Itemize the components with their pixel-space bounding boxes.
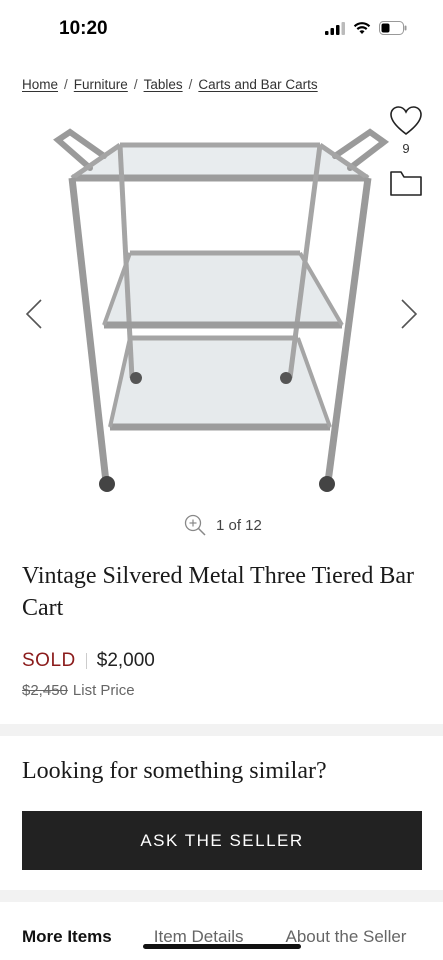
previous-image-arrow-icon[interactable]	[25, 298, 43, 330]
breadcrumb-separator: /	[64, 77, 68, 92]
tab-about-the-seller[interactable]: About the Seller	[286, 927, 407, 947]
heart-icon[interactable]	[390, 106, 422, 136]
tab-more-items[interactable]: More Items	[22, 927, 112, 947]
breadcrumb-home[interactable]: Home	[22, 77, 58, 92]
list-price-row: $2,450 List Price	[22, 682, 135, 699]
breadcrumb-furniture[interactable]: Furniture	[74, 77, 128, 92]
zoom-in-icon[interactable]	[184, 514, 206, 536]
breadcrumb-tables[interactable]: Tables	[144, 77, 183, 92]
folder-icon[interactable]	[390, 170, 422, 196]
breadcrumb: Home / Furniture / Tables / Carts and Bar Cart…	[22, 77, 318, 92]
image-position: 1 of 12	[216, 516, 262, 534]
status-bar: 10:20	[0, 0, 443, 60]
status-icons	[325, 21, 407, 35]
signal-icon	[325, 21, 345, 35]
price-row: SOLD $2,000	[22, 650, 155, 672]
status-time: 10:20	[59, 18, 108, 39]
sold-badge: SOLD	[22, 650, 76, 671]
sale-price: $2,000	[96, 650, 155, 671]
breadcrumb-separator: /	[133, 77, 138, 92]
section-divider	[0, 724, 443, 736]
product-title: Vintage Silvered Metal Three Tiered Bar …	[22, 563, 415, 621]
next-image-arrow-icon[interactable]	[400, 298, 418, 330]
save-to-folder-button[interactable]	[390, 170, 422, 201]
favorite-count: 9	[402, 141, 410, 156]
breadcrumb-separator: /	[188, 77, 193, 92]
list-price: $2,450	[22, 682, 68, 699]
list-price-label: List Price	[72, 682, 135, 699]
battery-icon	[379, 21, 407, 35]
favorite-button[interactable]: 9	[389, 106, 423, 156]
price-divider	[85, 653, 87, 669]
image-counter: 1 of 12	[184, 514, 262, 536]
wifi-icon	[353, 22, 371, 34]
product-image[interactable]	[50, 120, 390, 500]
breadcrumb-carts[interactable]: Carts and Bar Carts	[198, 77, 317, 92]
section-divider	[0, 890, 443, 902]
home-indicator[interactable]	[143, 944, 301, 949]
ask-the-seller-button[interactable]: ASK THE SELLER	[22, 811, 422, 870]
similar-heading: Looking for something similar?	[22, 758, 327, 784]
